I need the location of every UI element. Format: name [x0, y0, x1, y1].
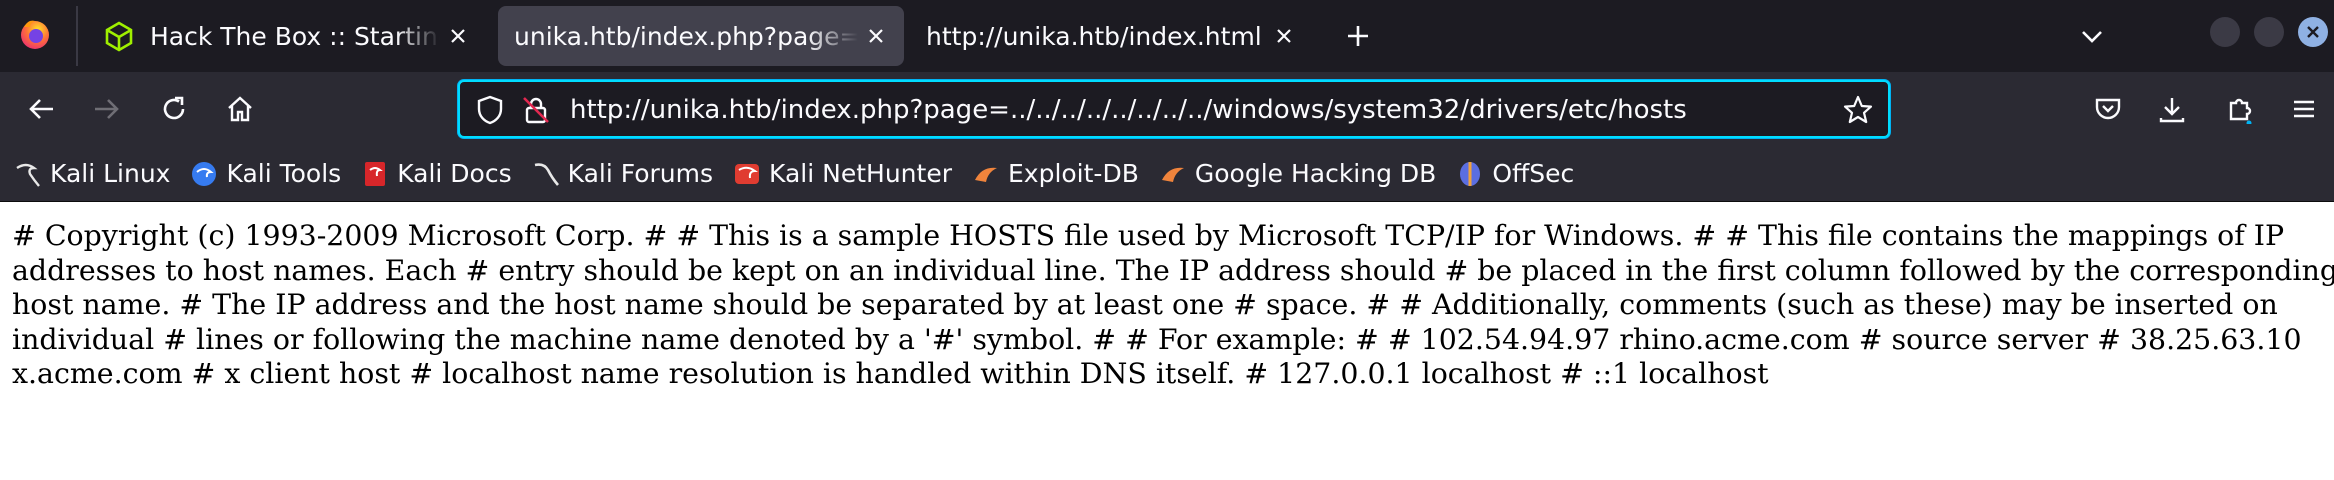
- tab-unika-index[interactable]: http://unika.htb/index.html: [912, 6, 1312, 66]
- bookmark-label: Kali Forums: [567, 159, 714, 188]
- firefox-menu-icon[interactable]: [14, 13, 56, 55]
- close-tab-icon[interactable]: [858, 18, 894, 54]
- tracking-protection-shield-icon[interactable]: [474, 94, 506, 126]
- bookmark-label: Google Hacking DB: [1194, 159, 1437, 188]
- bookmark-exploit-db[interactable]: Exploit-DB: [972, 159, 1139, 188]
- bookmark-kali-linux[interactable]: Kali Linux: [14, 159, 170, 188]
- bookmark-kali-forums[interactable]: Kali Forums: [532, 159, 713, 188]
- tab-title: http://unika.htb/index.html: [926, 21, 1262, 51]
- page-content: # Copyright (c) 1993-2009 Microsoft Corp…: [0, 202, 2334, 480]
- kali-dragon-icon: [14, 160, 42, 188]
- kali-forums-icon: [532, 160, 560, 188]
- pocket-icon[interactable]: [2084, 85, 2132, 133]
- tab-strip: Hack The Box :: Starting Point unika.htb…: [0, 0, 2334, 72]
- address-bar[interactable]: http://unika.htb/index.php?page=../../..…: [458, 80, 1890, 138]
- bookmark-offsec[interactable]: OffSec: [1456, 159, 1574, 188]
- bookmark-kali-tools[interactable]: Kali Tools: [190, 159, 341, 188]
- insecure-lock-icon[interactable]: [520, 94, 552, 126]
- hamburger-menu-icon[interactable]: [2280, 85, 2328, 133]
- close-tab-icon[interactable]: [1266, 18, 1302, 54]
- ghdb-icon: [1159, 160, 1187, 188]
- tab-title: Hack The Box :: Starting Point: [150, 21, 440, 51]
- tab-hack-the-box[interactable]: Hack The Box :: Starting Point: [86, 6, 486, 66]
- list-all-tabs-icon[interactable]: [2070, 14, 2114, 58]
- bookmark-label: Exploit-DB: [1007, 159, 1139, 188]
- extensions-puzzle-icon[interactable]: [2216, 85, 2264, 133]
- new-tab-button[interactable]: [1336, 14, 1380, 58]
- bookmark-google-hacking-db[interactable]: Google Hacking DB: [1159, 159, 1436, 188]
- forward-button[interactable]: [82, 85, 130, 133]
- tab-unika-hosts[interactable]: unika.htb/index.php?page=../../../../../…: [498, 6, 904, 66]
- close-window-button[interactable]: [2298, 17, 2328, 47]
- bookmarks-toolbar: Kali Linux Kali Tools Kali Docs Kali For…: [0, 146, 2334, 202]
- bookmark-label: OffSec: [1492, 159, 1575, 188]
- bookmark-label: Kali NetHunter: [769, 159, 952, 188]
- hosts-file-text: # Copyright (c) 1993-2009 Microsoft Corp…: [12, 219, 2334, 391]
- url-input[interactable]: http://unika.htb/index.php?page=../../..…: [570, 94, 1687, 126]
- downloads-icon[interactable]: [2148, 85, 2196, 133]
- bookmark-kali-docs[interactable]: Kali Docs: [361, 159, 512, 188]
- bookmark-label: Kali Docs: [397, 159, 512, 188]
- offsec-icon: [1456, 160, 1484, 188]
- bookmark-kali-nethunter[interactable]: Kali NetHunter: [733, 159, 952, 188]
- tab-separator: [76, 6, 78, 66]
- reload-button[interactable]: [150, 85, 198, 133]
- maximize-window-button[interactable]: [2254, 17, 2284, 47]
- bookmark-label: Kali Tools: [226, 159, 342, 188]
- htb-cube-icon: [102, 19, 136, 53]
- minimize-window-button[interactable]: [2210, 17, 2240, 47]
- kali-tools-icon: [190, 160, 218, 188]
- close-tab-icon[interactable]: [440, 18, 476, 54]
- navigation-toolbar: http://unika.htb/index.php?page=../../..…: [0, 72, 2334, 146]
- back-button[interactable]: [18, 85, 66, 133]
- home-button[interactable]: [216, 85, 264, 133]
- tab-title: unika.htb/index.php?page=../../../../../…: [514, 21, 858, 51]
- kali-docs-icon: [361, 160, 389, 188]
- bookmark-label: Kali Linux: [50, 159, 171, 188]
- exploit-db-icon: [972, 160, 1000, 188]
- nethunter-icon: [733, 160, 761, 188]
- bookmark-star-icon[interactable]: [1842, 94, 1874, 126]
